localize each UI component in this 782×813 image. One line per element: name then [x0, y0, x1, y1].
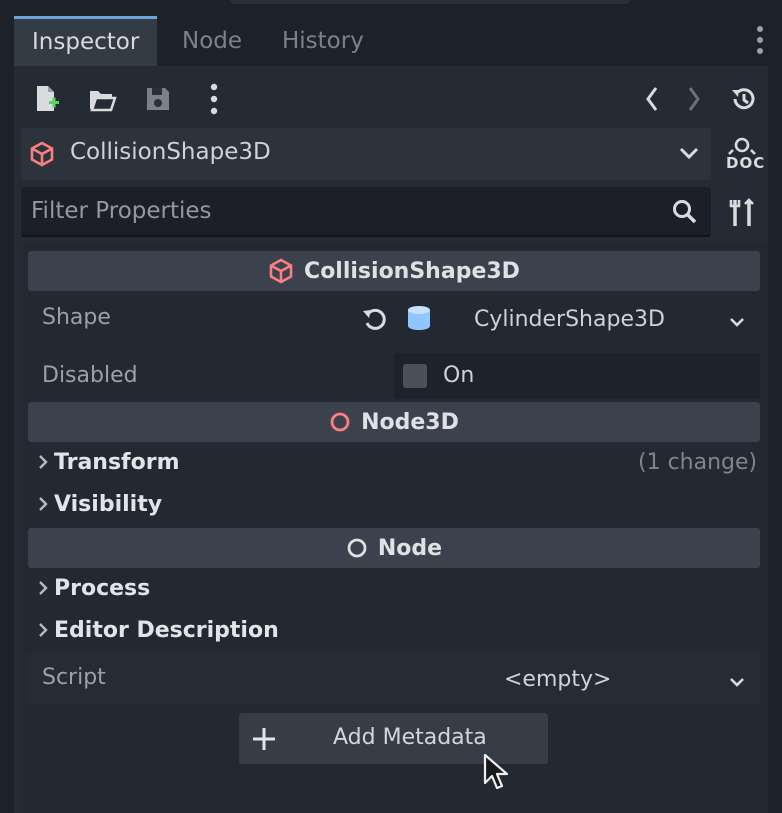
group-process[interactable]: Process — [54, 576, 150, 601]
node3d-icon — [330, 412, 350, 432]
collision-shape-icon — [29, 141, 55, 171]
shape-label: Shape — [42, 305, 111, 330]
editor-description-expand-icon[interactable] — [37, 621, 49, 644]
script-value[interactable]: <empty> — [504, 667, 611, 692]
disabled-checkbox[interactable] — [403, 364, 427, 388]
category-title: Node — [377, 535, 443, 561]
object-selector-label: CollisionShape3D — [70, 139, 271, 165]
cylinder-shape-icon — [405, 304, 433, 336]
category-title: Node3D — [361, 409, 459, 435]
transform-expand-icon[interactable] — [37, 453, 49, 476]
category-header-collisionshape3d: CollisionShape3D — [28, 251, 760, 291]
visibility-expand-icon[interactable] — [37, 495, 49, 518]
back-arrow-icon[interactable] — [634, 81, 670, 117]
tab-history[interactable]: History — [264, 16, 382, 66]
chevron-down-icon[interactable] — [678, 144, 700, 166]
save-icon[interactable] — [140, 81, 176, 117]
node-icon — [347, 538, 367, 558]
more-vertical-icon[interactable] — [196, 81, 232, 117]
script-dropdown-chevron-icon[interactable] — [728, 674, 746, 693]
transform-change-count: (1 change) — [638, 450, 758, 475]
category-header-node: Node — [28, 528, 760, 568]
forward-arrow-icon[interactable] — [676, 81, 712, 117]
dock-tab-bar: Inspector Node History — [14, 16, 768, 66]
category-title: CollisionShape3D — [304, 258, 520, 284]
collision-shape-icon — [269, 258, 293, 284]
filter-placeholder: Filter Properties — [31, 198, 212, 224]
doc-label: DOC — [726, 154, 766, 172]
group-visibility[interactable]: Visibility — [54, 492, 162, 517]
disabled-label: Disabled — [42, 363, 138, 388]
group-editor-description[interactable]: Editor Description — [54, 618, 279, 643]
history-icon[interactable] — [725, 81, 761, 117]
revert-icon[interactable] — [361, 305, 389, 337]
tab-node[interactable]: Node — [164, 16, 260, 66]
script-row — [28, 653, 760, 705]
group-transform[interactable]: Transform — [54, 450, 180, 475]
plus-icon — [250, 725, 278, 757]
mouse-cursor-icon — [482, 753, 510, 797]
doc-button[interactable]: DOC — [722, 134, 766, 178]
category-header-node3d: Node3D — [28, 402, 760, 442]
top-strip — [230, 0, 630, 4]
script-label: Script — [42, 665, 106, 690]
new-resource-icon[interactable] — [28, 81, 64, 117]
tab-menu-icon[interactable] — [752, 24, 768, 58]
tab-inspector[interactable]: Inspector — [14, 16, 158, 66]
shape-value[interactable]: CylinderShape3D — [474, 307, 665, 332]
tools-icon[interactable] — [722, 192, 762, 234]
open-folder-icon[interactable] — [84, 81, 120, 117]
add-metadata-label: Add Metadata — [333, 725, 487, 750]
process-expand-icon[interactable] — [37, 579, 49, 602]
search-icon[interactable] — [672, 199, 698, 229]
shape-dropdown-chevron-icon[interactable] — [728, 314, 746, 333]
checkbox-on-label: On — [443, 363, 475, 388]
